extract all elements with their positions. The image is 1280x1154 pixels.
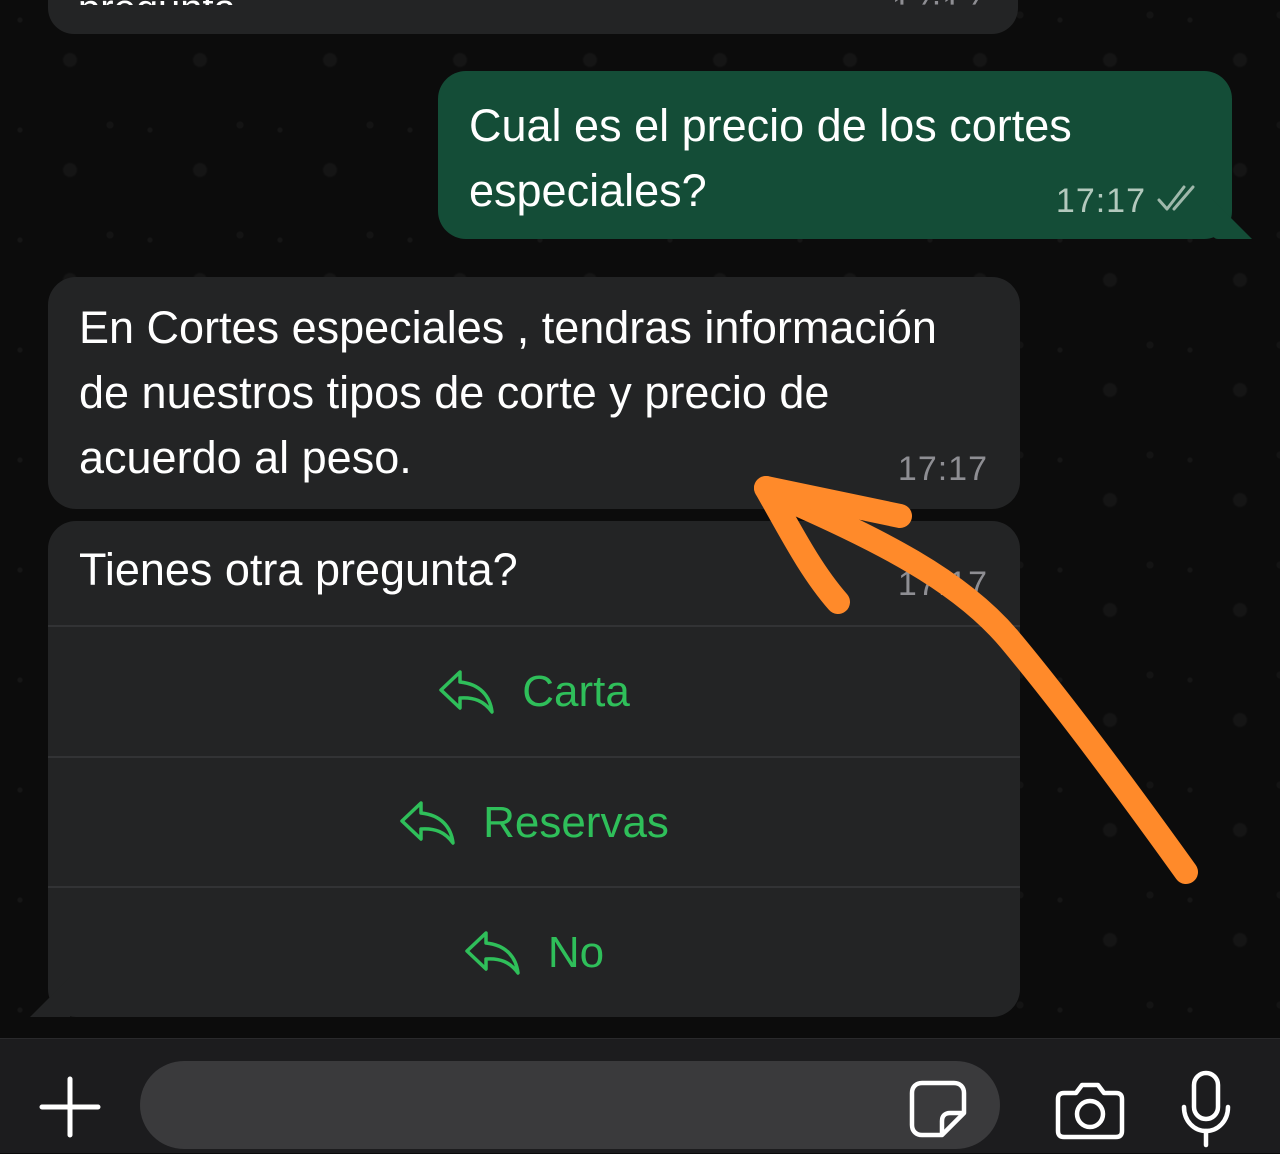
quick-reply-button-carta[interactable]: Carta: [48, 625, 1020, 757]
camera-icon[interactable]: [1054, 1077, 1126, 1141]
sticker-icon[interactable]: [908, 1079, 968, 1139]
microphone-icon[interactable]: [1176, 1069, 1236, 1149]
previous-message-time: 17:17: [891, 0, 982, 27]
reply-icon: [438, 668, 496, 716]
previous-message-bubble[interactable]: pregunta 17:17: [48, 0, 1018, 34]
quick-reply-message-bubble[interactable]: Tienes otra pregunta? 17:17 Carta Reserv…: [30, 521, 1020, 1018]
incoming-message-time: 17:17: [897, 450, 988, 488]
quick-reply-label: Carta: [522, 667, 630, 716]
quick-reply-label: Reservas: [483, 798, 669, 847]
outgoing-message-time: 17:17: [1055, 182, 1146, 220]
incoming-message-bubble[interactable]: En Cortes especiales , tendras informaci…: [48, 277, 1020, 509]
outgoing-message-bubble[interactable]: Cual es el precio de los cortes especial…: [438, 71, 1252, 239]
outgoing-message-meta: 17:17: [1056, 182, 1204, 221]
quick-reply-message-time: 17:17: [897, 565, 988, 603]
reply-icon: [464, 929, 522, 977]
previous-message-text: pregunta: [78, 0, 236, 31]
incoming-message-text: En Cortes especiales , tendras informaci…: [79, 302, 937, 483]
reply-icon: [399, 799, 457, 847]
double-check-icon: [1156, 184, 1204, 219]
quick-reply-question-text: Tienes otra pregunta?: [79, 544, 518, 595]
message-composer: [0, 1038, 1280, 1153]
plus-icon[interactable]: [38, 1075, 102, 1139]
quick-reply-button-reservas[interactable]: Reservas: [48, 756, 1020, 888]
quick-reply-label: No: [547, 928, 605, 977]
quick-reply-button-no[interactable]: No: [48, 886, 1020, 1018]
chat-area: pregunta 17:17 Cual es el precio de los …: [0, 0, 1280, 1038]
message-input[interactable]: [140, 1061, 1000, 1149]
bubble-tail: [1212, 199, 1252, 239]
